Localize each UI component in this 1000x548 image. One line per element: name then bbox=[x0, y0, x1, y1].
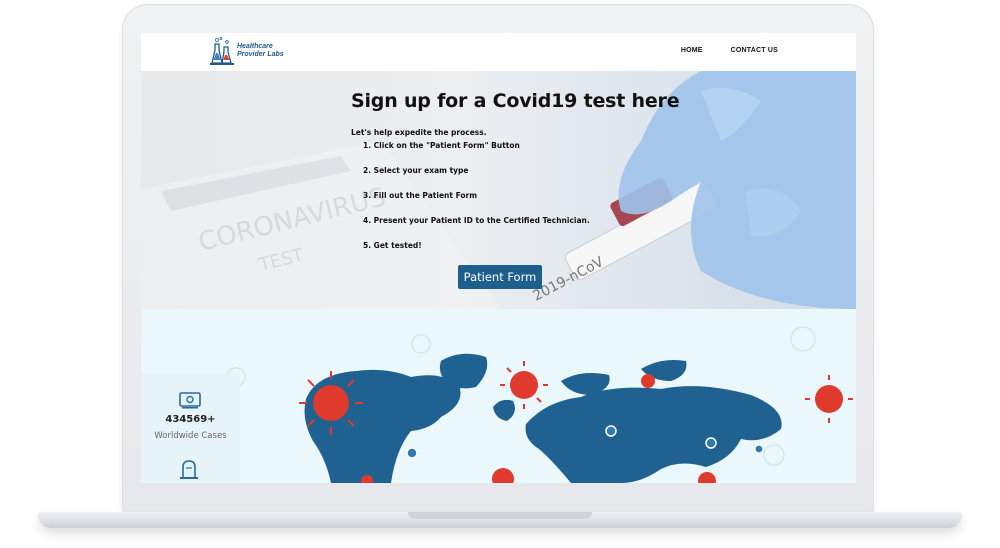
flask-logo-icon bbox=[209, 36, 235, 66]
hero-intro: Let's help expedite the process. bbox=[351, 128, 487, 137]
worldwide-cases-label: Worldwide Cases bbox=[154, 431, 227, 441]
brand-line-1: Healthcare bbox=[237, 43, 273, 50]
step-4: 4. Present your Patient ID to the Certif… bbox=[363, 216, 590, 225]
worldwide-cases-card: 434569+ Worldwide Cases bbox=[141, 374, 240, 483]
worldwide-cases-value: 434569+ bbox=[165, 414, 216, 425]
brand-logo[interactable]: Healthcare Provider Labs bbox=[209, 36, 284, 66]
brand-line-2: Provider Labs bbox=[237, 51, 284, 58]
step-3: 3. Fill out the Patient Form bbox=[363, 191, 478, 200]
world-map-image bbox=[226, 326, 853, 483]
patient-form-button[interactable]: Patient Form bbox=[458, 265, 542, 289]
stats-section: 434569+ Worldwide Cases bbox=[141, 309, 856, 483]
hero-title: Sign up for a Covid19 test here bbox=[351, 90, 680, 112]
nav-contact-link[interactable]: CONTACT US bbox=[731, 47, 778, 54]
laptop-screen: Healthcare Provider Labs HOME CONTACT US… bbox=[141, 33, 856, 483]
nav-home-link[interactable]: HOME bbox=[681, 47, 703, 54]
site-header: Healthcare Provider Labs HOME CONTACT US bbox=[141, 33, 856, 72]
laptop-notch bbox=[408, 512, 592, 519]
step-2: 2. Select your exam type bbox=[363, 166, 469, 175]
money-icon bbox=[178, 390, 202, 414]
step-5: 5. Get tested! bbox=[363, 241, 422, 250]
step-1: 1. Click on the "Patient Form" Button bbox=[363, 141, 520, 150]
hero-section: CORONAVIRUS TEST 2019-nCoV Sign up for a… bbox=[141, 71, 856, 309]
main-nav: HOME CONTACT US bbox=[681, 47, 778, 54]
tombstone-icon bbox=[178, 458, 200, 483]
